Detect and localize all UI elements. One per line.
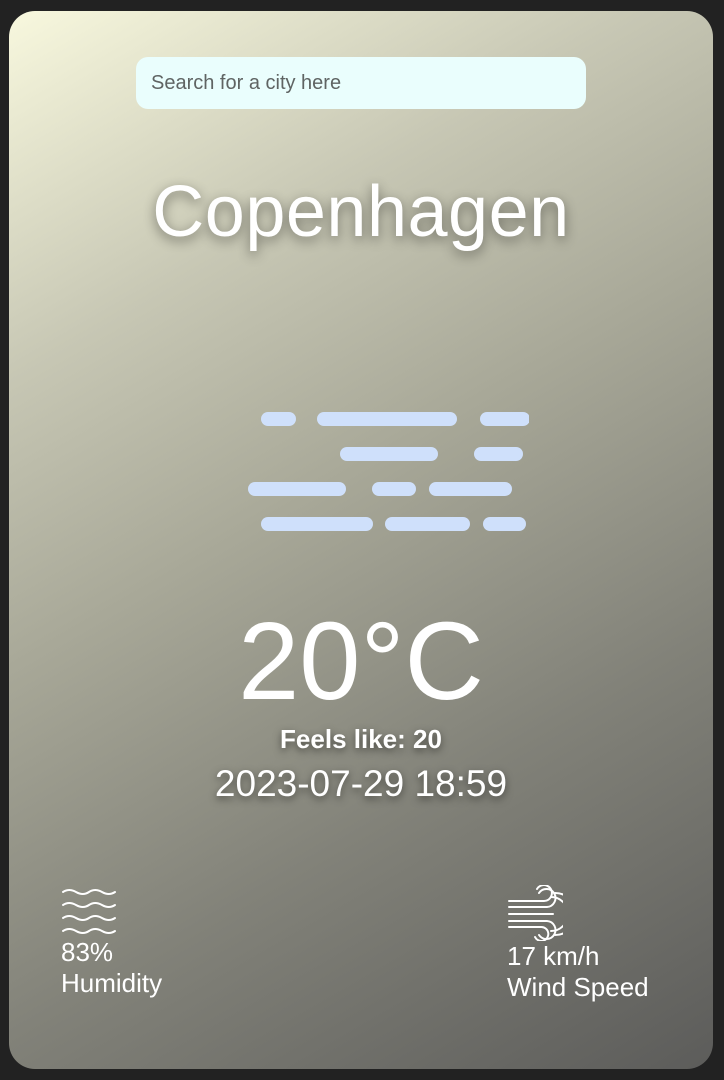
humidity-stat: 83% Humidity bbox=[61, 887, 162, 999]
weather-card: Copenhagen 20°C Feels like: 20 2023-07-2… bbox=[9, 11, 713, 1069]
wind-icon bbox=[508, 885, 563, 941]
humidity-label: Humidity bbox=[61, 968, 163, 998]
waves-icon bbox=[62, 889, 116, 934]
search-input[interactable] bbox=[136, 57, 586, 109]
city-name: Copenhagen bbox=[152, 172, 570, 252]
wind-stat: 17 km/h Wind Speed bbox=[507, 885, 649, 1003]
feels-like: Feels like: 20 bbox=[280, 724, 442, 754]
humidity-value: 83% bbox=[61, 937, 114, 967]
wind-label: Wind Speed bbox=[507, 972, 649, 1002]
temperature: 20°C bbox=[238, 600, 484, 723]
fog-icon bbox=[248, 412, 529, 531]
date-time: 2023-07-29 18:59 bbox=[214, 763, 508, 804]
wind-value: 17 km/h bbox=[507, 941, 600, 971]
